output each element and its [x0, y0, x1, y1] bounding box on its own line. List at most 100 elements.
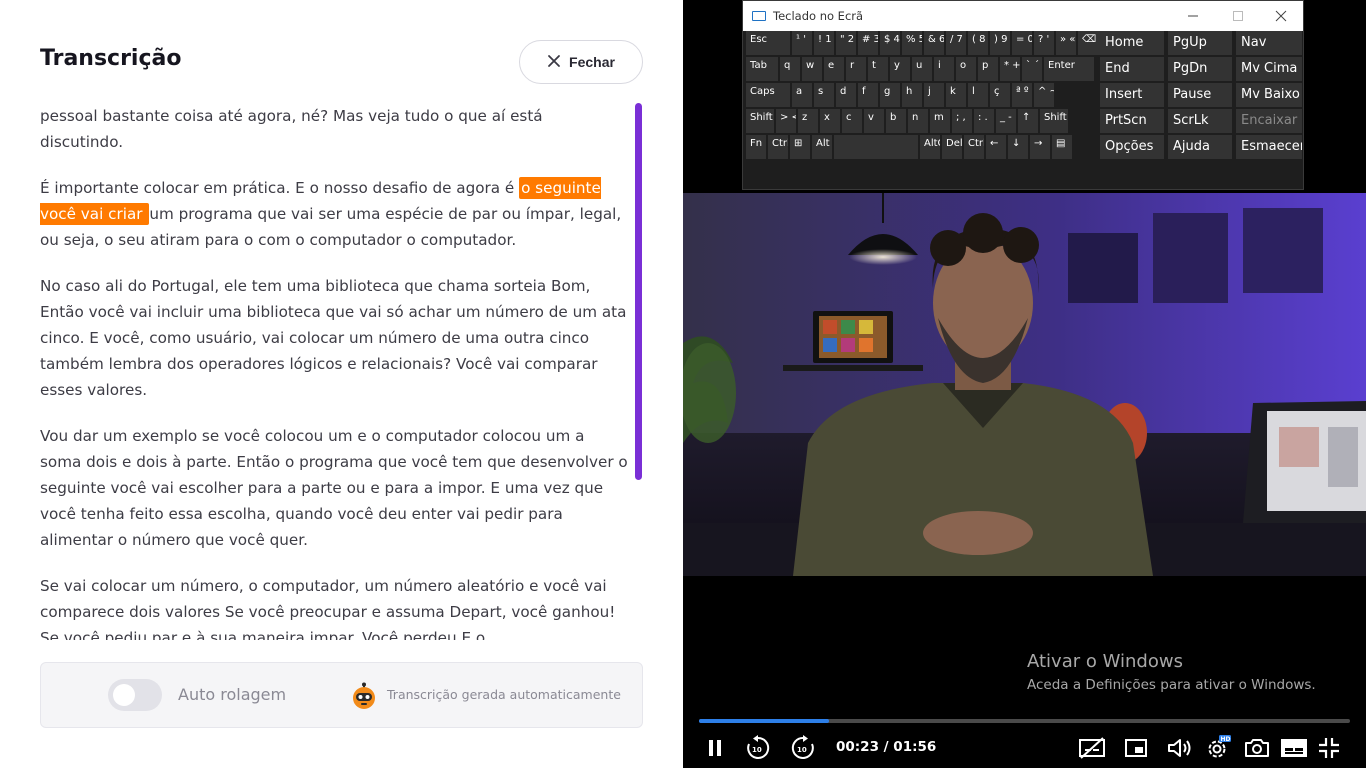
- on-screen-keyboard-window[interactable]: Teclado no Ecrã Esc ¹ '! 1 " 2 # 3 $ 4% 5 & 6…: [742, 0, 1304, 190]
- seek-bar[interactable]: [699, 719, 1350, 723]
- osk-nav-key[interactable]: Home: [1100, 31, 1164, 55]
- osk-key[interactable]: n: [908, 109, 928, 133]
- transcript-scroll-area[interactable]: pessoal bastante coisa até agora, né? Ma…: [40, 103, 630, 640]
- osk-key[interactable]: Alt: [812, 135, 832, 159]
- osk-key[interactable]: Caps: [746, 83, 790, 107]
- exit-fullscreen-button[interactable]: [1317, 735, 1341, 761]
- osk-nav-key[interactable]: Insert: [1100, 83, 1164, 107]
- transcript-paragraph[interactable]: Vou dar um exemplo se você colocou um e …: [40, 423, 630, 553]
- picture-in-picture-button[interactable]: [1123, 735, 1149, 761]
- osk-key[interactable]: ç: [990, 83, 1010, 107]
- captions-off-button[interactable]: [1077, 735, 1107, 761]
- osk-key[interactable]: r: [846, 57, 866, 81]
- settings-button[interactable]: HD: [1204, 735, 1232, 761]
- osk-key[interactable]: * +: [1000, 57, 1020, 81]
- osk-key[interactable]: y: [890, 57, 910, 81]
- osk-key[interactable]: u: [912, 57, 932, 81]
- osk-key[interactable]: b: [886, 109, 906, 133]
- osk-key[interactable]: ! 1: [814, 31, 834, 55]
- osk-nav-key[interactable]: Mv Cima: [1236, 57, 1302, 81]
- window-close-button[interactable]: [1271, 7, 1291, 25]
- close-transcript-button[interactable]: Fechar: [519, 40, 643, 84]
- osk-key[interactable]: a: [792, 83, 812, 107]
- osk-key[interactable]: Enter: [1044, 57, 1094, 81]
- pause-button[interactable]: [705, 735, 725, 761]
- transcript-paragraph[interactable]: Se vai colocar um número, o computador, …: [40, 573, 630, 640]
- osk-key[interactable]: # 3: [858, 31, 878, 55]
- osk-key[interactable]: Shift: [746, 109, 774, 133]
- screenshot-button[interactable]: [1243, 735, 1271, 761]
- osk-key[interactable]: i: [934, 57, 954, 81]
- osk-key[interactable]: ↓: [1008, 135, 1028, 159]
- transcript-paragraph[interactable]: No caso ali do Portugal, ele tem uma bib…: [40, 273, 630, 403]
- subtitles-button[interactable]: [1279, 735, 1309, 761]
- osk-key[interactable]: w: [802, 57, 822, 81]
- osk-key[interactable]: ª º: [1012, 83, 1032, 107]
- osk-key[interactable]: > <: [776, 109, 796, 133]
- osk-key[interactable]: AltGr: [920, 135, 940, 159]
- osk-key[interactable]: e: [824, 57, 844, 81]
- forward-10-button[interactable]: 10: [789, 735, 817, 761]
- osk-key[interactable]: % 5: [902, 31, 922, 55]
- osk-key[interactable]: p: [978, 57, 998, 81]
- volume-button[interactable]: [1165, 735, 1195, 761]
- osk-titlebar[interactable]: Teclado no Ecrã: [743, 1, 1303, 31]
- osk-key[interactable]: ` ´: [1022, 57, 1042, 81]
- osk-key[interactable]: = 0: [1012, 31, 1032, 55]
- rewind-10-button[interactable]: 10: [744, 735, 772, 761]
- osk-key[interactable]: l: [968, 83, 988, 107]
- osk-key[interactable]: t: [868, 57, 888, 81]
- transcript-paragraph[interactable]: É importante colocar em prática. E o nos…: [40, 175, 630, 253]
- osk-key[interactable]: o: [956, 57, 976, 81]
- osk-nav-key[interactable]: PgDn: [1168, 57, 1232, 81]
- osk-key[interactable]: Del: [942, 135, 962, 159]
- transcript-text[interactable]: É importante colocar em prática. E o nos…: [40, 179, 519, 197]
- transcript-scrollbar[interactable]: [635, 103, 642, 480]
- osk-key[interactable]: m: [930, 109, 950, 133]
- osk-key[interactable]: f: [858, 83, 878, 107]
- osk-key[interactable]: / 7: [946, 31, 966, 55]
- minimize-button[interactable]: [1183, 7, 1203, 25]
- osk-key[interactable]: j: [924, 83, 944, 107]
- transcript-paragraph[interactable]: pessoal bastante coisa até agora, né? Ma…: [40, 103, 630, 155]
- osk-nav-key[interactable]: Esmaecer: [1236, 135, 1302, 159]
- osk-key[interactable]: ↑: [1018, 109, 1038, 133]
- osk-nav-key[interactable]: Pause: [1168, 83, 1232, 107]
- osk-key[interactable]: Tab: [746, 57, 778, 81]
- osk-key[interactable]: h: [902, 83, 922, 107]
- osk-key[interactable]: ? ': [1034, 31, 1054, 55]
- osk-nav-key[interactable]: Nav: [1236, 31, 1302, 55]
- osk-key[interactable]: ¹ ': [792, 31, 812, 55]
- osk-key[interactable]: $ 4: [880, 31, 900, 55]
- osk-key[interactable]: →: [1030, 135, 1050, 159]
- osk-key[interactable]: Ctrl: [964, 135, 984, 159]
- auto-scroll-toggle[interactable]: [108, 679, 162, 711]
- osk-key[interactable]: Ctrl: [768, 135, 788, 159]
- osk-key[interactable]: q: [780, 57, 800, 81]
- osk-nav-key[interactable]: ScrLk: [1168, 109, 1232, 133]
- osk-key[interactable]: ▤: [1052, 135, 1072, 159]
- osk-key[interactable]: g: [880, 83, 900, 107]
- osk-key[interactable]: s: [814, 83, 834, 107]
- osk-key[interactable]: z: [798, 109, 818, 133]
- osk-nav-key[interactable]: Opções: [1100, 135, 1164, 159]
- maximize-button[interactable]: [1228, 7, 1248, 25]
- osk-nav-key[interactable]: End: [1100, 57, 1164, 81]
- osk-key[interactable]: Shift: [1040, 109, 1068, 133]
- osk-nav-key[interactable]: Mv Baixo: [1236, 83, 1302, 107]
- osk-key[interactable]: [834, 135, 918, 159]
- osk-nav-key[interactable]: Ajuda: [1168, 135, 1232, 159]
- osk-key[interactable]: : .: [974, 109, 994, 133]
- osk-key[interactable]: d: [836, 83, 856, 107]
- osk-key[interactable]: " 2: [836, 31, 856, 55]
- osk-key[interactable]: Esc: [746, 31, 790, 55]
- osk-key[interactable]: » «: [1056, 31, 1076, 55]
- osk-key[interactable]: ; ,: [952, 109, 972, 133]
- osk-key[interactable]: k: [946, 83, 966, 107]
- osk-key[interactable]: ←: [986, 135, 1006, 159]
- osk-nav-key[interactable]: PgUp: [1168, 31, 1232, 55]
- osk-key[interactable]: c: [842, 109, 862, 133]
- osk-key[interactable]: ) 9: [990, 31, 1010, 55]
- osk-key[interactable]: ( 8: [968, 31, 988, 55]
- osk-key[interactable]: ⊞: [790, 135, 810, 159]
